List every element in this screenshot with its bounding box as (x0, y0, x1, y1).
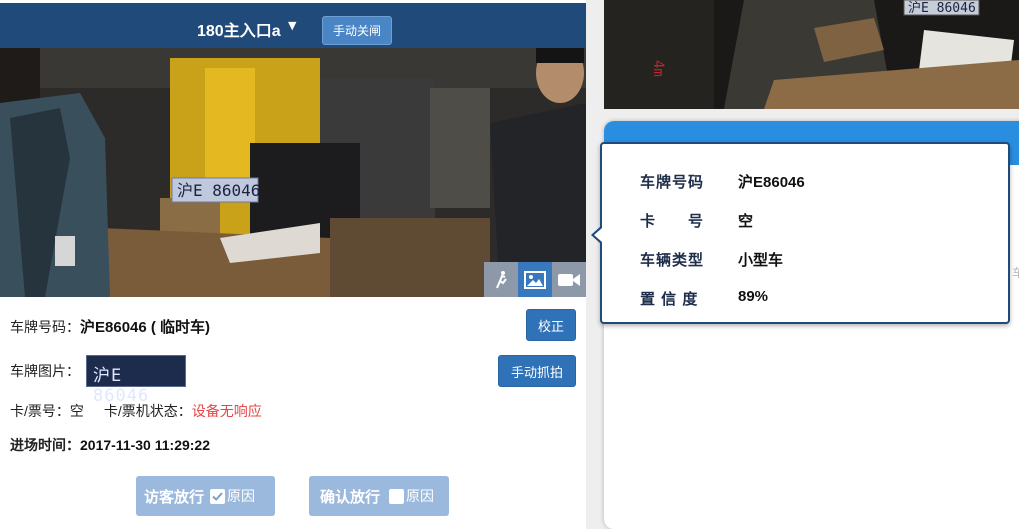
run-icon[interactable] (484, 262, 518, 297)
camera-toolbar (484, 262, 586, 297)
camera-snapshot: 沪E 86046 (0, 48, 586, 297)
popup-card-value: 空 (738, 213, 754, 230)
gate-selector[interactable]: 180主入口a (197, 17, 281, 41)
secondary-plate-text: 沪E 86046 (908, 0, 976, 16)
machine-status-value: 设备无响应 (191, 403, 262, 419)
popup-vehicle-type-label: 车辆类型 (640, 252, 705, 269)
visitor-reason-checkbox[interactable] (210, 488, 226, 504)
confirm-release-label: 确认放行 (320, 488, 381, 506)
image-icon[interactable] (518, 262, 552, 297)
plate-value: 沪E86046 ( 临时车) (80, 319, 211, 336)
plate-label: 车牌号码： (10, 318, 80, 335)
entry-time-label: 进场时间： (10, 437, 80, 453)
left-panel: 180主入口a ▼ 手动关闸 沪E 86046 车牌号码： 沪E86046 (… (0, 0, 586, 529)
side-char: 车 (1012, 266, 1019, 280)
gate-header: 180主入口a ▼ 手动关闸 (0, 3, 586, 48)
card-value: 空 (69, 403, 84, 419)
popup-card-row: 卡 号 空 (640, 210, 753, 231)
popup-vehicle-type-row: 车辆类型 小型车 (640, 249, 783, 270)
popup-confidence-label: 置 信 度 (640, 291, 699, 308)
popup-vehicle-type-value: 小型车 (738, 252, 784, 269)
plate-image-label: 车牌图片： (10, 363, 80, 379)
plate-thumbnail-text: 沪E 86046 (93, 366, 150, 406)
popup-plate-value: 沪E86046 (738, 174, 805, 191)
confirm-release-button[interactable]: 确认放行 原因 (309, 476, 449, 516)
plate-image-row: 车牌图片： 沪E 86046 (10, 355, 186, 406)
plate-row: 车牌号码： 沪E86046 ( 临时车) (10, 316, 210, 337)
scene-plate-text: 沪E 86046 (177, 181, 260, 200)
correct-button[interactable]: 校正 (526, 309, 576, 341)
popup-confidence-row: 置 信 度 89% (640, 288, 768, 309)
manual-close-gate-button[interactable]: 手动关闸 (322, 16, 392, 45)
check-icon (212, 491, 223, 501)
card-label: 卡/票号： (10, 403, 70, 419)
plate-thumbnail: 沪E 86046 (86, 355, 186, 406)
svg-text:4m: 4m (650, 60, 666, 77)
secondary-camera-image: 4m 沪E 86046 (604, 0, 1019, 109)
popup-plate-row: 车牌号码 沪E86046 (640, 171, 805, 192)
caret-down-icon[interactable]: ▼ (288, 19, 296, 32)
entry-time-row: 进场时间： 2017-11-30 11:29:22 (10, 435, 210, 455)
popup-arrow-inner (594, 228, 602, 242)
secondary-camera-view: 4m 沪E 86046 (604, 0, 1019, 109)
plate-info-popup: 车牌号码 沪E86046 卡 号 空 车辆类型 小型车 置 信 度 89% (591, 142, 1010, 324)
visitor-release-button[interactable]: 访客放行 原因 (136, 476, 275, 516)
entry-time-value: 2017-11-30 11:29:22 (80, 437, 210, 453)
popup-confidence-value: 89% (738, 288, 769, 305)
popup-card-label: 卡 号 (640, 213, 705, 230)
popup-plate-label: 车牌号码 (640, 174, 705, 191)
manual-capture-button[interactable]: 手动抓拍 (498, 355, 576, 387)
confirm-reason-label: 原因 (406, 489, 435, 505)
machine-status-label: 卡/票机状态： (103, 403, 192, 419)
card-row: 卡/票号： 空 卡/票机状态： 设备无响应 (10, 401, 262, 421)
visitor-reason-label: 原因 (227, 489, 256, 505)
visitor-release-label: 访客放行 (144, 488, 205, 506)
confirm-reason-checkbox[interactable] (389, 488, 405, 504)
video-icon[interactable] (552, 262, 586, 297)
camera-scene-image: 沪E 86046 (0, 48, 586, 297)
